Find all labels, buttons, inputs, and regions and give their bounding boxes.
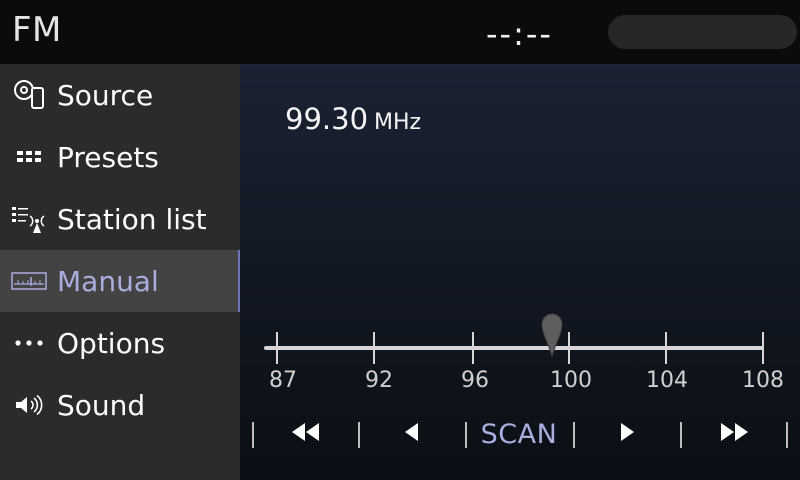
sidebar-item-label: Sound xyxy=(57,388,146,422)
step-forward-icon xyxy=(620,423,634,445)
sidebar-item-label: Presets xyxy=(57,140,159,174)
scale-label: 104 xyxy=(646,368,688,393)
header-status-pill xyxy=(608,15,797,49)
scale-tick xyxy=(665,332,667,364)
frequency-unit: MHz xyxy=(374,110,422,135)
speaker-icon xyxy=(0,374,57,436)
clock: --:-- xyxy=(486,15,553,53)
scale-tick xyxy=(472,332,474,364)
scale-tick xyxy=(276,332,278,364)
sidebar-item-options[interactable]: Options xyxy=(0,312,240,374)
frequency-display: 99.30 MHz xyxy=(285,102,421,136)
station-list-icon xyxy=(0,188,57,250)
sidebar-item-station-list[interactable]: Station list xyxy=(0,188,240,250)
seek-back-button[interactable] xyxy=(254,412,358,456)
options-icon xyxy=(0,312,57,374)
step-back-icon xyxy=(405,423,419,445)
sidebar-item-label: Station list xyxy=(57,202,207,236)
scale-label: 100 xyxy=(550,368,592,393)
tuning-needle-icon[interactable] xyxy=(540,312,564,362)
scale-label: 108 xyxy=(742,368,784,393)
scan-button[interactable]: SCAN xyxy=(467,412,571,456)
seek-forward-button[interactable] xyxy=(682,412,786,456)
seek-back-icon xyxy=(292,423,320,445)
scale-tick xyxy=(568,332,570,364)
tuner-panel: 99.30 MHz 87 92 96 100 104 108 SCAN xyxy=(240,64,800,480)
scale-label: 96 xyxy=(461,368,489,393)
step-back-button[interactable] xyxy=(360,412,464,456)
sidebar-item-label: Manual xyxy=(57,264,159,298)
scale-label: 87 xyxy=(269,368,297,393)
sidebar: Source Presets Station list Manual Optio… xyxy=(0,64,240,480)
step-forward-button[interactable] xyxy=(575,412,679,456)
sidebar-item-presets[interactable]: Presets xyxy=(0,126,240,188)
tuning-controls: SCAN xyxy=(240,412,800,456)
tuning-scale[interactable] xyxy=(264,346,764,350)
scale-label: 92 xyxy=(365,368,393,393)
source-icon xyxy=(0,64,57,126)
divider xyxy=(786,422,788,448)
scan-label: SCAN xyxy=(480,418,558,450)
presets-icon xyxy=(0,126,57,188)
frequency-value: 99.30 xyxy=(285,102,369,136)
sidebar-item-sound[interactable]: Sound xyxy=(0,374,240,436)
sidebar-item-source[interactable]: Source xyxy=(0,64,240,126)
seek-forward-icon xyxy=(720,423,748,445)
sidebar-item-manual[interactable]: Manual xyxy=(0,250,240,312)
sidebar-item-label: Source xyxy=(57,78,154,112)
source-title: FM xyxy=(12,10,62,50)
manual-tune-icon xyxy=(0,250,57,312)
header-bar: FM --:-- xyxy=(0,0,800,64)
scale-tick xyxy=(373,332,375,364)
sidebar-item-label: Options xyxy=(57,326,166,360)
scale-tick xyxy=(762,332,764,364)
